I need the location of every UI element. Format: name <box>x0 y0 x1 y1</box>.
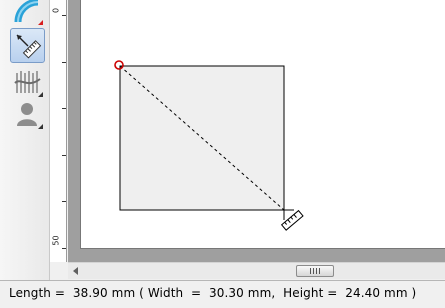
tool-palette <box>0 0 50 281</box>
curve-tool-button[interactable] <box>10 0 45 27</box>
ruler-label-zero: 0 <box>51 7 61 14</box>
measure-start-marker[interactable] <box>114 60 124 70</box>
ruler-tick <box>62 248 66 249</box>
fill-pattern-tool-button[interactable] <box>10 64 45 99</box>
scrollbar-thumb[interactable] <box>296 265 334 277</box>
drawing-svg <box>114 60 294 220</box>
pattern-icon <box>13 70 41 93</box>
ruler-icon <box>16 34 41 58</box>
status-bar: Length = 38.90 mm ( Width = 30.30 mm, He… <box>0 280 445 308</box>
submenu-indicator-icon <box>38 124 43 129</box>
ruler-cursor-icon <box>280 209 304 231</box>
stamp-tool-button[interactable] <box>10 96 45 131</box>
drawing-sheet[interactable] <box>80 0 445 249</box>
ruler-tick <box>62 15 66 16</box>
canvas-area[interactable] <box>68 0 445 262</box>
horizontal-scrollbar[interactable] <box>68 262 445 279</box>
vertical-ruler: 0 50 <box>50 0 67 262</box>
ruler-tick <box>62 201 66 202</box>
ruler-tick <box>62 62 66 63</box>
scroll-left-arrow-icon[interactable] <box>73 267 78 275</box>
submenu-indicator-icon <box>38 20 43 25</box>
ruler-tick <box>62 155 66 156</box>
measure-tool-button[interactable] <box>10 28 45 63</box>
measurement-readout: Length = 38.90 mm ( Width = 30.30 mm, He… <box>9 286 417 300</box>
ruler-label-fifty: 50 <box>51 235 61 246</box>
ruler-tick <box>62 108 66 109</box>
